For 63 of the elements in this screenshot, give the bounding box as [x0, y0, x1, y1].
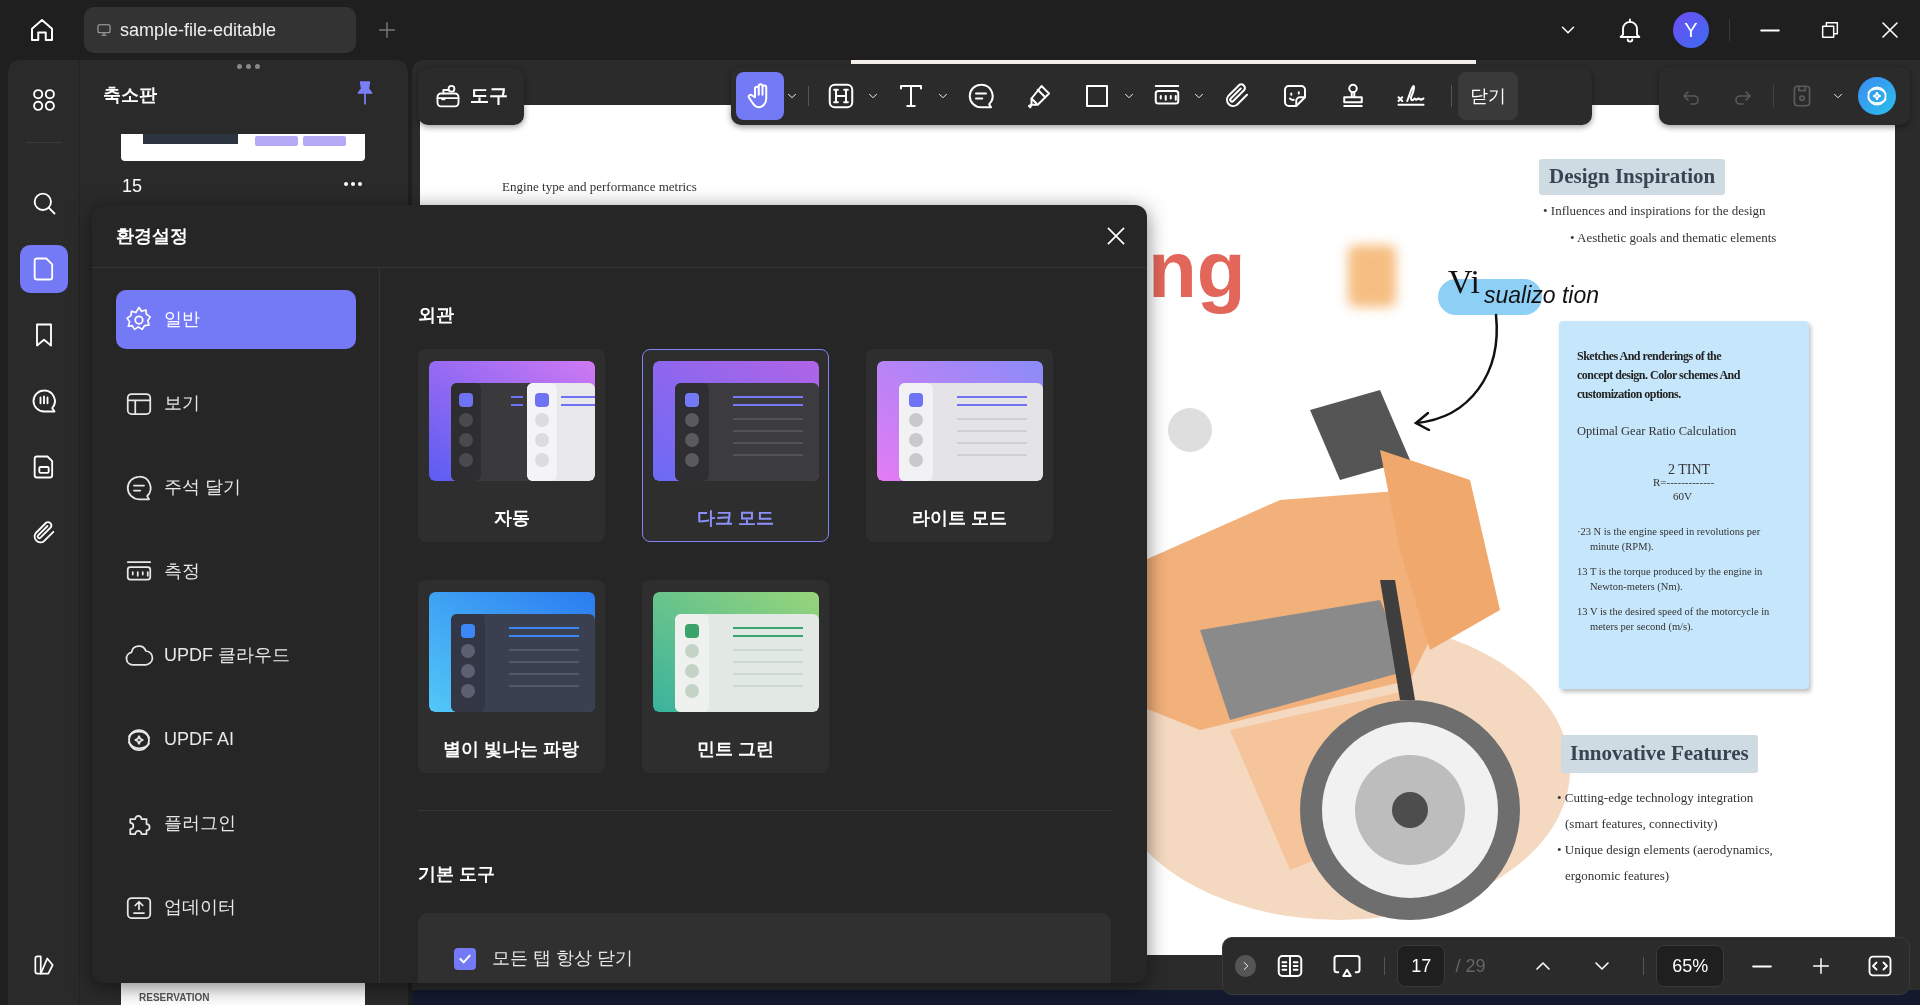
- panel-title: 축소판: [103, 84, 157, 107]
- settings-nav-item[interactable]: 일반: [116, 290, 356, 349]
- close-tool-button[interactable]: 닫기: [1458, 72, 1518, 120]
- minimize-icon: [1760, 28, 1780, 32]
- theme-option[interactable]: 다크 모드: [642, 349, 829, 542]
- checkbox-label: 모든 탭 항상 닫기: [492, 947, 633, 970]
- settings-nav-item[interactable]: 측정: [116, 542, 356, 601]
- tab-title: sample-file-editable: [120, 18, 277, 42]
- drag-handle[interactable]: [237, 64, 261, 70]
- monitor-icon: [96, 22, 112, 38]
- tools-button[interactable]: 도구: [418, 68, 524, 125]
- definition-text: 13 T is the torque produced by the engine in Newton-meters (Nm).: [1577, 564, 1764, 594]
- formula-text: 60V: [1673, 490, 1692, 502]
- settings-nav-item[interactable]: 업데이터: [116, 878, 356, 937]
- theme-option[interactable]: 자동: [418, 349, 605, 542]
- caption-text: Engine type and performance metrics: [502, 178, 697, 196]
- bullet-text: (smart features, connectivity): [1565, 815, 1718, 833]
- page-thumbnail[interactable]: [121, 134, 365, 161]
- section-heading: 기본 도구: [418, 863, 496, 886]
- document-tab[interactable]: sample-file-editable: [84, 7, 356, 53]
- definition-text: 13 V is the desired speed of the motorcycle in meters per second (m/s).: [1577, 604, 1771, 634]
- bullet-text: • Cutting-edge technology integration: [1557, 789, 1754, 807]
- note-text: Sketches And renderings of the concept design. Color schemes And customization options.: [1577, 348, 1742, 403]
- settings-nav-item[interactable]: UPDF AI: [116, 710, 356, 769]
- section-heading: Design Inspiration: [1539, 159, 1726, 195]
- bullet-text: • Influences and inspirations for the design: [1543, 202, 1766, 220]
- restore-icon: [1819, 19, 1841, 41]
- highlight-mark: [1348, 245, 1396, 307]
- formula-text: 2 TINT: [1668, 462, 1711, 477]
- zoom-input[interactable]: 65%: [1656, 945, 1725, 987]
- page-count: / 29: [1455, 954, 1486, 978]
- note-text: Optimal Gear Ratio Calculation: [1577, 423, 1738, 440]
- handwritten-text: sualizo tion: [1484, 284, 1600, 307]
- section-heading: Innovative Features: [1561, 735, 1758, 773]
- theme-option[interactable]: 별이 빛나는 파랑: [418, 580, 605, 773]
- comment-icon: [966, 81, 996, 111]
- checkbox[interactable]: [454, 947, 476, 970]
- page-thumbnail[interactable]: RESERVATION: [121, 982, 365, 1005]
- settings-nav-item[interactable]: 주석 달기: [116, 458, 356, 517]
- bullet-text: • Unique design elements (aerodynamics,: [1557, 841, 1773, 859]
- bullet-text: ergonomic features): [1565, 867, 1670, 885]
- theme-option[interactable]: 민트 그린: [642, 580, 829, 773]
- bullet-text: • Aesthetic goals and thematic elements: [1570, 229, 1777, 247]
- definition-text: ·23 N is the engine speed in revolutions per minute (RPM).: [1577, 524, 1762, 554]
- section-heading: 외관: [418, 304, 455, 327]
- handwritten-text: Vi: [1448, 265, 1480, 299]
- page-input[interactable]: 17: [1396, 945, 1446, 987]
- hand-tool-button[interactable]: [736, 72, 784, 120]
- theme-option[interactable]: 라이트 모드: [866, 349, 1053, 542]
- new-tab-icon: [376, 19, 398, 41]
- page-number: 15: [122, 175, 143, 198]
- dialog-title: 환경설정: [116, 224, 188, 248]
- thumbnail-text: RESERVATION: [139, 992, 210, 1003]
- formula-text: R=-------------: [1653, 476, 1715, 488]
- heading-icon: [826, 81, 856, 111]
- settings-nav-item[interactable]: 보기: [116, 374, 356, 433]
- user-avatar[interactable]: Y: [1673, 12, 1709, 48]
- settings-nav-item[interactable]: 플러그인: [116, 794, 356, 853]
- ai-assistant-button[interactable]: [1858, 77, 1896, 115]
- page-button[interactable]: [19, 245, 68, 293]
- zoom-out-icon: [1751, 964, 1772, 968]
- expand-button[interactable]: [1235, 955, 1257, 977]
- settings-nav-item[interactable]: UPDF 클라우드: [116, 626, 356, 685]
